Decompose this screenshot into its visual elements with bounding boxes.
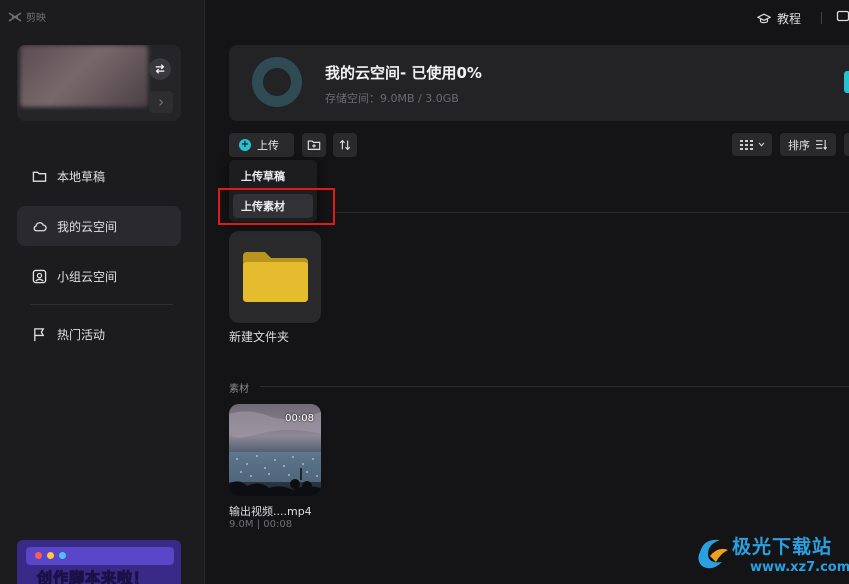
folder-name: 新建文件夹 [229,330,290,344]
storage-subtitle: 存储空间：9.0MB / 3.0GB [325,92,459,105]
site-watermark: 极光下载站 www.xz7.com [694,530,849,582]
window-dot-yellow [47,552,54,559]
sort-list-icon [816,139,827,150]
chevron-down-icon [758,142,764,147]
storage-title: 我的云空间- 已使用0% [325,64,482,82]
annotation-highlight-box [218,188,335,225]
video-filename: 输出视频....mp4 [229,505,312,518]
watermark-url: www.xz7.com [750,560,849,575]
section-divider [335,212,849,213]
flag-icon [34,327,45,341]
avatar [20,45,148,107]
cloud-icon [33,221,47,231]
upload-button[interactable]: + 上传 [229,133,294,157]
account-expand-button[interactable] [149,91,173,113]
sidebar-item-hot-events[interactable]: 热门活动 [17,314,181,354]
swap-icon [155,64,165,74]
more-options-button[interactable] [844,133,849,156]
folder-card[interactable] [229,231,321,323]
sidebar-divider [30,304,173,305]
folder-icon [243,252,308,302]
sort-button[interactable]: 排序 [780,133,836,156]
storage-card: 我的云空间- 已使用0% 存储空间：9.0MB / 3.0GB [229,45,849,121]
grid-view-icon [739,139,753,150]
materials-section-label: 素材 [229,384,249,395]
account-card[interactable] [17,45,181,121]
feedback-icon[interactable] [836,10,849,24]
transfer-button[interactable] [333,133,357,157]
sidebar-item-label: 本地草稿 [57,169,106,184]
app-logo: 剪映 [8,9,46,24]
menu-item-upload-draft[interactable]: 上传草稿 [233,164,313,188]
sidebar-item-my-cloud[interactable]: 我的云空间 [17,206,181,246]
section-divider [260,386,849,387]
tutorial-button[interactable]: 教程 [757,10,801,27]
app-name: 剪映 [26,13,46,24]
graduation-cap-icon [757,13,771,23]
promo-banner[interactable]: 创作脚本来啦！ [17,540,181,584]
header-divider [821,12,822,24]
storage-usage-donut [252,57,302,107]
capcut-logo-icon [8,11,22,22]
sidebar-item-team-cloud[interactable]: 小组云空间 [17,256,181,296]
sort-label: 排序 [788,138,810,152]
switch-account-button[interactable] [149,58,171,80]
sidebar-item-label: 热门活动 [57,327,106,342]
new-folder-icon [307,140,321,150]
team-cloud-icon [32,269,47,283]
banner-text: 创作脚本来啦！ [36,569,150,584]
chevron-right-icon [159,98,164,106]
sidebar-item-label: 我的云空间 [57,219,118,234]
folder-icon [32,171,47,182]
sidebar-item-local-drafts[interactable]: 本地草稿 [17,156,181,196]
plus-circle-icon: + [239,139,251,151]
tutorial-label: 教程 [777,12,802,26]
sort-arrows-icon [339,139,351,151]
upgrade-button[interactable] [844,71,849,93]
new-folder-button[interactable] [302,133,326,157]
view-mode-button[interactable] [732,133,772,156]
watermark-logo-icon [698,539,728,569]
upload-label: 上传 [257,139,279,152]
video-duration: 00:08 [285,413,314,424]
window-dot-red [35,552,42,559]
watermark-text: 极光下载站 [732,536,833,558]
window-dot-blue [59,552,66,559]
video-thumbnail[interactable]: 00:08 [229,404,321,496]
sidebar: 剪映 本地草稿 我的云空间 小组云空间 热门活动 创作脚本来啦！ [0,0,205,584]
video-meta: 9.0M | 00:08 [229,519,293,530]
sidebar-item-label: 小组云空间 [57,269,118,284]
